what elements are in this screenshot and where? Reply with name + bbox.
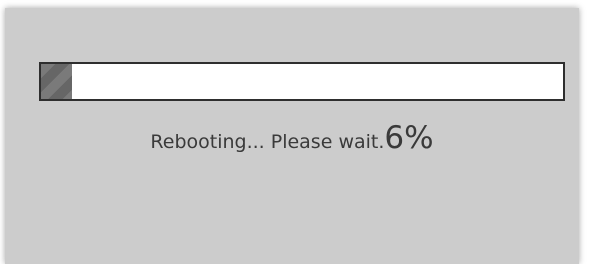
progress-percent-label: 6% — [384, 120, 434, 156]
reboot-progress-bar — [39, 62, 565, 101]
progress-bar-fill — [41, 64, 73, 99]
reboot-dialog: Rebooting... Please wait.6% — [5, 8, 579, 264]
reboot-status-line: Rebooting... Please wait.6% — [5, 120, 579, 156]
reboot-status-message: Rebooting... Please wait. — [150, 131, 385, 153]
